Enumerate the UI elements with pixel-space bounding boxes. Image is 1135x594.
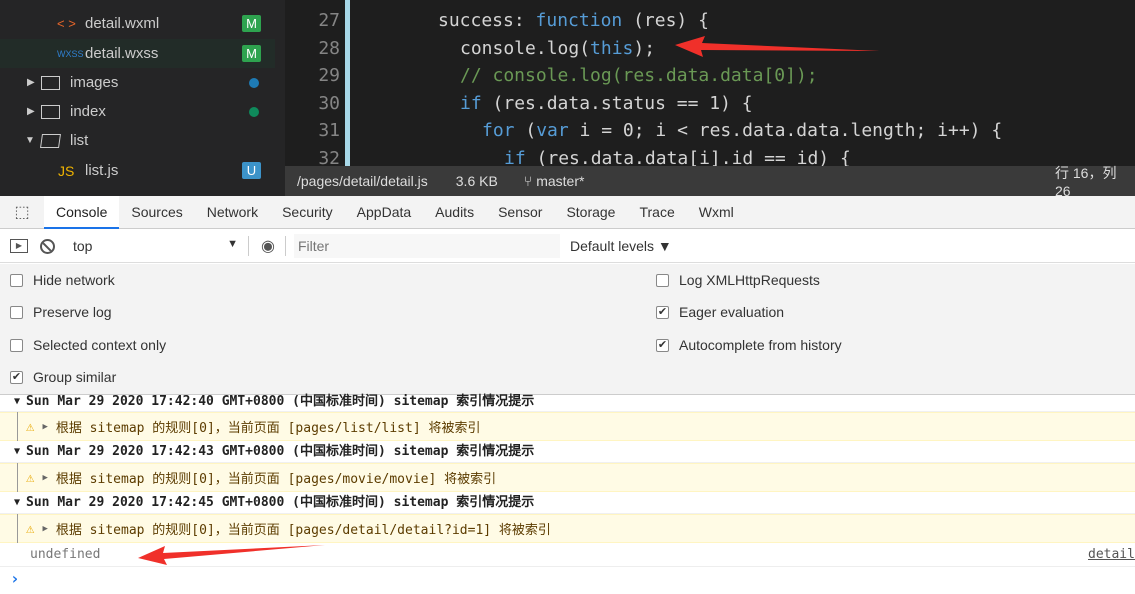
red-arrow-1 xyxy=(675,36,880,57)
red-arrow-2 xyxy=(138,545,325,565)
annotation-arrows xyxy=(138,36,880,565)
